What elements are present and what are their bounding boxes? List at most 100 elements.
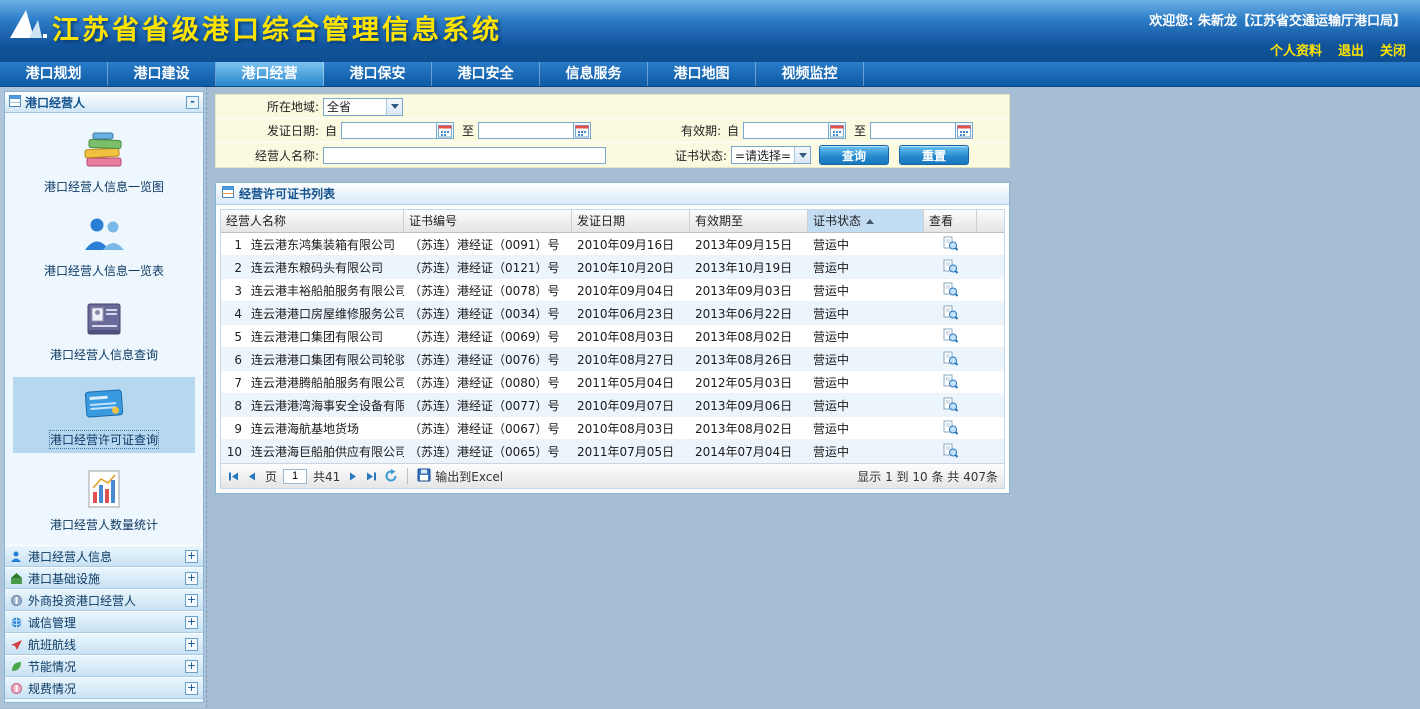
validity-from-input[interactable]	[743, 122, 829, 139]
cell-operator-name: 10连云港海巨船舶供应有限公司	[221, 443, 404, 460]
next-page-icon[interactable]	[346, 470, 359, 483]
table-row[interactable]: 6连云港港口集团有限公司轮驳...（苏连）港经证（0076）号2010年08月2…	[221, 348, 1004, 371]
view-icon[interactable]	[943, 420, 959, 436]
nav-tab-5[interactable]: 信息服务	[540, 62, 648, 86]
cell-cert-no: （苏连）港经证（0067）号	[404, 420, 572, 437]
expand-button[interactable]: +	[185, 550, 198, 563]
calendar-icon[interactable]	[829, 122, 846, 139]
view-icon[interactable]	[943, 443, 959, 459]
query-button[interactable]: 查询	[819, 145, 889, 165]
search-form: 所在地域: 全省 发证日期: 自 至	[215, 94, 1010, 168]
page-label: 页	[265, 468, 277, 485]
column-header-4[interactable]: 证书状态	[808, 210, 924, 232]
table-row[interactable]: 8连云港港湾海事安全设备有限...（苏连）港经证（0077）号2010年09月0…	[221, 394, 1004, 417]
validity-to-input[interactable]	[870, 122, 956, 139]
nav-tab-0[interactable]: 港口规划	[0, 62, 108, 86]
region-label: 所在地域:	[216, 98, 319, 115]
view-icon[interactable]	[943, 236, 959, 252]
expand-button[interactable]: +	[185, 638, 198, 651]
view-icon[interactable]	[943, 328, 959, 344]
cell-operator-name: 5连云港港口集团有限公司	[221, 328, 404, 345]
row-number: 6	[226, 353, 242, 367]
cell-operator-name: 2连云港东粮码头有限公司	[221, 259, 404, 276]
cell-operator-name: 8连云港港湾海事安全设备有限...	[221, 397, 404, 414]
refresh-icon[interactable]	[384, 469, 398, 483]
view-icon[interactable]	[943, 374, 959, 390]
region-select[interactable]: 全省	[323, 98, 403, 116]
sidebar-section-4[interactable]: 航班航线+	[5, 633, 203, 655]
row-number: 8	[226, 399, 242, 413]
header-link-1[interactable]: 退出	[1338, 40, 1364, 59]
cell-operator-name: 9连云港海航基地货场	[221, 420, 404, 437]
prev-page-icon[interactable]	[246, 470, 259, 483]
cell-issue-date: 2010年08月27日	[572, 351, 690, 368]
cell-operator-name: 6连云港港口集团有限公司轮驳...	[221, 351, 404, 368]
page-input[interactable]	[283, 469, 307, 484]
table-row[interactable]: 3连云港丰裕船舶服务有限公司（苏连）港经证（0078）号2010年09月04日2…	[221, 279, 1004, 302]
row-number: 7	[226, 376, 242, 390]
sidebar-section-1[interactable]: 港口基础设施+	[5, 567, 203, 589]
nav-tab-6[interactable]: 港口地图	[648, 62, 756, 86]
table-row[interactable]: 7连云港港腾船舶服务有限公司（苏连）港经证（0080）号2011年05月04日2…	[221, 371, 1004, 394]
table-row[interactable]: 2连云港东粮码头有限公司（苏连）港经证（0121）号2010年10月20日201…	[221, 256, 1004, 279]
sidebar-section-2[interactable]: 外商投资港口经营人+	[5, 589, 203, 611]
table-row[interactable]: 9连云港海航基地货场（苏连）港经证（0067）号2010年08月03日2013年…	[221, 417, 1004, 440]
expand-button[interactable]: +	[185, 660, 198, 673]
sidebar-panel-header[interactable]: 港口经营人 -	[5, 92, 203, 113]
expand-button[interactable]: +	[185, 594, 198, 607]
calendar-icon[interactable]	[956, 122, 973, 139]
cell-valid-to: 2013年09月03日	[690, 282, 808, 299]
table-row[interactable]: 1连云港东鸿集装箱有限公司（苏连）港经证（0091）号2010年09月16日20…	[221, 233, 1004, 256]
sidebar-section-3[interactable]: 诚信管理+	[5, 611, 203, 633]
cell-cert-no: （苏连）港经证（0121）号	[404, 259, 572, 276]
nav-tab-3[interactable]: 港口保安	[324, 62, 432, 86]
view-icon[interactable]	[943, 397, 959, 413]
header-link-0[interactable]: 个人资料	[1270, 40, 1322, 59]
view-icon[interactable]	[943, 259, 959, 275]
sidebar-item-label: 港口经营人数量统计	[50, 516, 158, 533]
paging-summary: 显示 1 到 10 条 共 407条	[857, 468, 998, 485]
column-header-2[interactable]: 发证日期	[572, 210, 690, 232]
nav-tab-2[interactable]: 港口经营	[216, 62, 324, 86]
column-header-0[interactable]: 经营人名称	[221, 210, 404, 232]
operator-name-input[interactable]	[323, 147, 606, 164]
reset-button[interactable]: 重置	[899, 145, 969, 165]
view-icon[interactable]	[943, 282, 959, 298]
export-excel-button[interactable]: 输出到Excel	[417, 468, 503, 485]
cell-issue-date: 2010年08月03日	[572, 420, 690, 437]
cell-view	[924, 351, 977, 367]
expand-button[interactable]: +	[185, 682, 198, 695]
sidebar-item-0[interactable]: 港口经营人信息一览图	[13, 125, 195, 199]
sidebar-section-5[interactable]: 节能情况+	[5, 655, 203, 677]
table-row[interactable]: 4连云港港口房屋维修服务公司（苏连）港经证（0034）号2010年06月23日2…	[221, 302, 1004, 325]
nav-tab-4[interactable]: 港口安全	[432, 62, 540, 86]
sidebar-item-1[interactable]: 港口经营人信息一览表	[13, 209, 195, 283]
view-icon[interactable]	[943, 351, 959, 367]
sidebar-section-6[interactable]: 规费情况+	[5, 677, 203, 699]
last-page-icon[interactable]	[365, 470, 378, 483]
cert-status-select[interactable]: =请选择=	[731, 146, 811, 164]
calendar-icon[interactable]	[574, 122, 591, 139]
first-page-icon[interactable]	[227, 470, 240, 483]
expand-button[interactable]: +	[185, 572, 198, 585]
table-row[interactable]: 5连云港港口集团有限公司（苏连）港经证（0069）号2010年08月03日201…	[221, 325, 1004, 348]
column-header-3[interactable]: 有效期至	[690, 210, 808, 232]
nav-tab-1[interactable]: 港口建设	[108, 62, 216, 86]
issue-date-from-input[interactable]	[341, 122, 437, 139]
column-header-5[interactable]: 查看	[924, 210, 977, 232]
sidebar-item-2[interactable]: 港口经营人信息查询	[13, 293, 195, 367]
nav-tab-7[interactable]: 视频监控	[756, 62, 864, 86]
header-link-2[interactable]: 关闭	[1380, 40, 1406, 59]
cell-status: 营运中	[808, 328, 924, 345]
sidebar-item-3[interactable]: 港口经营许可证查询	[13, 377, 195, 453]
sidebar-item-4[interactable]: 港口经营人数量统计	[13, 463, 195, 537]
table-row[interactable]: 10连云港海巨船舶供应有限公司（苏连）港经证（0065）号2011年07月05日…	[221, 440, 1004, 463]
expand-button[interactable]: +	[185, 616, 198, 629]
issue-date-to-input[interactable]	[478, 122, 574, 139]
header-links: 个人资料退出关闭	[1270, 40, 1406, 59]
collapse-button[interactable]: -	[186, 96, 199, 109]
calendar-icon[interactable]	[437, 122, 454, 139]
sidebar-section-0[interactable]: 港口经营人信息+	[5, 545, 203, 567]
view-icon[interactable]	[943, 305, 959, 321]
column-header-1[interactable]: 证书编号	[404, 210, 572, 232]
